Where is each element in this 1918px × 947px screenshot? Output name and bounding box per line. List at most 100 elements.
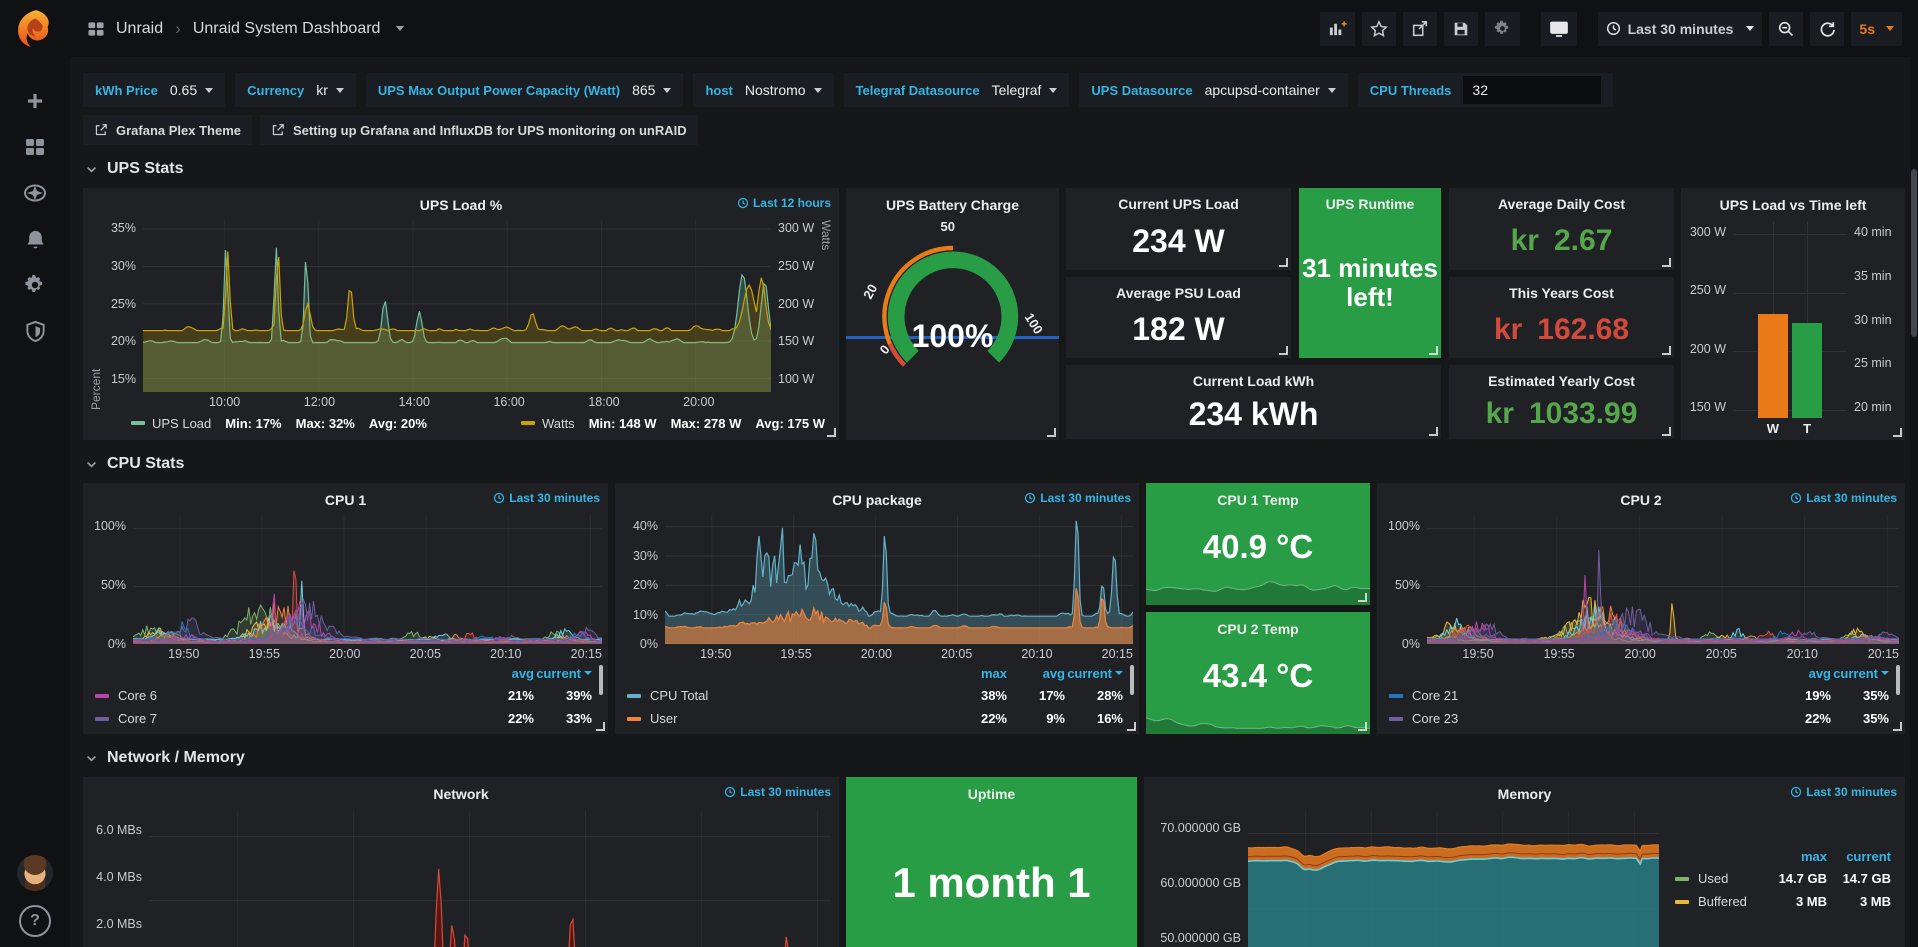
panel-title[interactable]: CPU 2 Temp [1217, 621, 1298, 637]
panel-title[interactable]: Memory [1498, 786, 1552, 802]
legend-column-current[interactable]: current [534, 666, 592, 681]
time-range-badge[interactable]: Last 30 minutes [1024, 491, 1131, 505]
variable-value[interactable]: Telegraf [992, 82, 1042, 98]
network-chart[interactable] [149, 811, 831, 947]
series-color-swatch[interactable] [1675, 877, 1689, 881]
create-icon[interactable] [14, 81, 56, 121]
series-color-swatch[interactable] [95, 694, 109, 698]
legend-scrollbar[interactable] [1896, 665, 1900, 695]
legend-column-max[interactable]: max [1763, 849, 1827, 864]
panel-title[interactable]: Estimated Yearly Cost [1488, 373, 1635, 389]
time-range-badge[interactable]: Last 30 minutes [1790, 491, 1897, 505]
explore-icon[interactable] [14, 173, 56, 213]
series-name[interactable]: Core 21 [1412, 688, 1773, 703]
legend-column-max[interactable]: max [949, 666, 1007, 681]
link-grafana-plex-theme[interactable]: Grafana Plex Theme [83, 115, 252, 145]
section-ups-stats[interactable]: UPS Stats [85, 160, 1905, 178]
panel-title[interactable]: UPS Load % [420, 197, 502, 213]
panel-title[interactable]: CPU 2 [1620, 492, 1661, 508]
page-scrollbar[interactable] [1910, 57, 1918, 947]
server-admin-shield-icon[interactable] [14, 311, 56, 351]
help-icon[interactable]: ? [19, 905, 51, 937]
legend-column-current[interactable]: current [1827, 849, 1891, 864]
breadcrumb-folder[interactable]: Unraid [116, 20, 163, 38]
variable-value[interactable]: kr [316, 82, 328, 98]
legend-column-avg[interactable]: avg [1773, 666, 1831, 681]
bar-time-left[interactable] [1792, 323, 1822, 418]
panel-title[interactable]: Average Daily Cost [1498, 196, 1625, 212]
legend-column-current[interactable]: current [1065, 666, 1123, 681]
panel-title[interactable]: UPS Runtime [1326, 196, 1415, 212]
save-button[interactable] [1444, 12, 1478, 46]
bar-watts[interactable] [1758, 314, 1788, 418]
series-name[interactable]: Core 23 [1412, 711, 1773, 726]
refresh-button[interactable] [1810, 12, 1844, 46]
variable-value[interactable]: apcupsd-container [1205, 82, 1320, 98]
panel-title[interactable]: Network [433, 786, 488, 802]
variable-host[interactable]: host Nostromo [693, 73, 833, 107]
variable-value[interactable]: Nostromo [745, 82, 806, 98]
time-range-badge[interactable]: Last 30 minutes [724, 785, 831, 799]
variable-ups-max-output[interactable]: UPS Max Output Power Capacity (Watt) 865 [366, 73, 684, 107]
series-color-swatch[interactable] [1389, 694, 1403, 698]
variable-telegraf-datasource[interactable]: Telegraf Datasource Telegraf [844, 73, 1070, 107]
cpu-threads-input[interactable] [1463, 76, 1601, 104]
section-network-memory[interactable]: Network / Memory [85, 749, 1905, 767]
series-name[interactable]: User [650, 711, 949, 726]
variable-currency[interactable]: Currency kr [235, 73, 356, 107]
series-name[interactable]: Core 6 [118, 688, 476, 703]
panel-title[interactable]: UPS Battery Charge [886, 197, 1019, 213]
time-range-picker[interactable]: Last 30 minutes [1598, 12, 1763, 46]
memory-chart[interactable] [1248, 811, 1659, 947]
series-color-swatch[interactable] [627, 694, 641, 698]
cpu1-chart[interactable] [133, 515, 602, 644]
variable-ups-datasource[interactable]: UPS Datasource apcupsd-container [1079, 73, 1347, 107]
variable-cpu-threads[interactable]: CPU Threads [1358, 73, 1614, 107]
share-button[interactable] [1403, 12, 1437, 46]
variable-value[interactable]: 0.65 [170, 82, 197, 98]
link-ups-monitoring-guide[interactable]: Setting up Grafana and InfluxDB for UPS … [260, 115, 698, 145]
series-color-swatch[interactable] [627, 717, 641, 721]
scrollbar-thumb[interactable] [1911, 169, 1917, 337]
legend-column-avg[interactable]: avg [1007, 666, 1065, 681]
series-name[interactable]: Buffered [1698, 894, 1763, 909]
variable-kwh-price[interactable]: kWh Price 0.65 [83, 73, 225, 107]
dashboard-title[interactable]: Unraid System Dashboard [193, 20, 381, 38]
dashboard-title-caret-icon[interactable] [396, 26, 404, 31]
series-name[interactable]: Used [1698, 871, 1763, 886]
panel-title[interactable]: CPU 1 Temp [1217, 492, 1298, 508]
panel-title[interactable]: This Years Cost [1509, 285, 1614, 301]
time-range-badge[interactable]: Last 12 hours [737, 196, 831, 210]
add-panel-button[interactable] [1320, 12, 1355, 46]
grafana-logo[interactable] [14, 8, 56, 50]
panel-title[interactable]: CPU package [832, 492, 921, 508]
series-name[interactable]: CPU Total [650, 688, 949, 703]
configuration-gear-icon[interactable] [14, 265, 56, 305]
series-name[interactable]: Watts [542, 416, 575, 431]
user-avatar[interactable] [17, 855, 53, 891]
load-vs-time-chart[interactable] [1733, 222, 1847, 418]
series-color-swatch[interactable] [1389, 717, 1403, 721]
zoom-out-button[interactable] [1769, 12, 1803, 46]
series-color-swatch[interactable] [521, 421, 535, 425]
section-cpu-stats[interactable]: CPU Stats [85, 455, 1905, 473]
panel-title[interactable]: UPS Load vs Time left [1720, 197, 1867, 213]
time-range-badge[interactable]: Last 30 minutes [1790, 785, 1897, 799]
series-name[interactable]: Core 7 [118, 711, 476, 726]
star-button[interactable] [1362, 12, 1396, 46]
alerting-bell-icon[interactable] [14, 219, 56, 259]
legend-scrollbar[interactable] [599, 665, 603, 695]
panel-title[interactable]: Current Load kWh [1193, 373, 1314, 389]
ups-load-chart[interactable] [143, 220, 771, 392]
series-color-swatch[interactable] [95, 717, 109, 721]
kiosk-tv-button[interactable] [1541, 12, 1577, 46]
legend-column-current[interactable]: current [1831, 666, 1889, 681]
panel-title[interactable]: Current UPS Load [1118, 196, 1239, 212]
settings-gear-button[interactable] [1485, 12, 1520, 46]
cpu-package-chart[interactable] [665, 515, 1133, 644]
cpu2-chart[interactable] [1427, 515, 1899, 644]
panel-title[interactable]: Uptime [968, 786, 1015, 802]
panel-title[interactable]: Average PSU Load [1116, 285, 1241, 301]
legend-scrollbar[interactable] [1130, 665, 1134, 695]
refresh-interval-picker[interactable]: 5s [1851, 12, 1902, 46]
